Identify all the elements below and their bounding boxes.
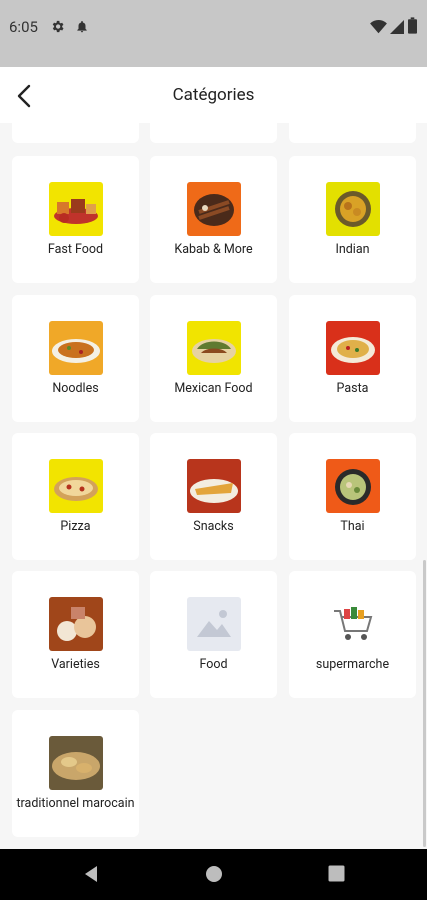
category-label: Indian [335, 242, 370, 257]
category-label: Fast Food [47, 242, 104, 257]
page-title: Catégories [172, 85, 255, 105]
noodles-image [48, 321, 103, 375]
moroccan-food-image [48, 736, 103, 790]
category-tile-kabab[interactable]: Kabab & More [150, 156, 277, 283]
fast-food-image [48, 182, 103, 236]
category-tile-thai[interactable]: Thai [289, 433, 416, 560]
mexican-food-image [186, 321, 241, 375]
nav-recents-icon[interactable] [328, 865, 345, 882]
category-label: Snacks [193, 519, 234, 534]
category-tile-supermarche[interactable]: supermarche [289, 571, 416, 698]
category-tile-food[interactable]: Food [150, 571, 277, 698]
category-label: Varieties [51, 657, 100, 672]
category-tile-partial[interactable] [12, 123, 139, 143]
category-label: Kabab & More [174, 242, 253, 257]
category-label: supermarche [315, 657, 390, 672]
categories-grid[interactable]: Fast Food Kabab & More Indian Noodles Me… [0, 123, 427, 849]
category-label: Food [199, 657, 228, 672]
kabab-image [186, 182, 241, 236]
category-tile-indian[interactable]: Indian [289, 156, 416, 283]
category-label: Pizza [60, 519, 91, 534]
category-tile-traditionnel-marocain[interactable]: traditionnel marocain [12, 710, 139, 837]
varieties-image [48, 597, 103, 651]
category-tile-fast-food[interactable]: Fast Food [12, 156, 139, 283]
category-tile-pasta[interactable]: Pasta [289, 295, 416, 422]
category-label: traditionnel marocain [16, 796, 135, 811]
category-tile-snacks[interactable]: Snacks [150, 433, 277, 560]
category-label: Thai [340, 519, 365, 534]
pizza-image [48, 459, 103, 513]
category-tile-mexican-food[interactable]: Mexican Food [150, 295, 277, 422]
category-tile-partial[interactable] [150, 123, 277, 143]
signal-icon [390, 20, 404, 34]
battery-icon [408, 17, 417, 34]
wifi-icon [370, 20, 387, 34]
scrollbar[interactable] [423, 560, 426, 847]
thai-food-image [325, 459, 380, 513]
indian-food-image [325, 182, 380, 236]
nav-home-icon[interactable] [205, 865, 223, 883]
category-tile-partial[interactable] [289, 123, 416, 143]
category-label: Mexican Food [174, 381, 253, 396]
settings-gear-icon [52, 20, 64, 33]
system-navigation-bar [0, 849, 427, 900]
category-tile-noodles[interactable]: Noodles [12, 295, 139, 422]
status-time: 6:05 [9, 18, 38, 36]
pasta-image [325, 321, 380, 375]
image-placeholder-icon [186, 597, 241, 651]
app-bar: Catégories [0, 67, 427, 123]
status-bar: 6:05 [0, 0, 427, 67]
category-label: Noodles [52, 381, 99, 396]
category-tile-pizza[interactable]: Pizza [12, 433, 139, 560]
notification-bell-icon [77, 20, 87, 33]
category-tile-varieties[interactable]: Varieties [12, 571, 139, 698]
category-label: Pasta [336, 381, 369, 396]
nav-back-icon[interactable] [82, 865, 100, 883]
shopping-cart-image [325, 597, 380, 651]
snacks-image [186, 459, 241, 513]
